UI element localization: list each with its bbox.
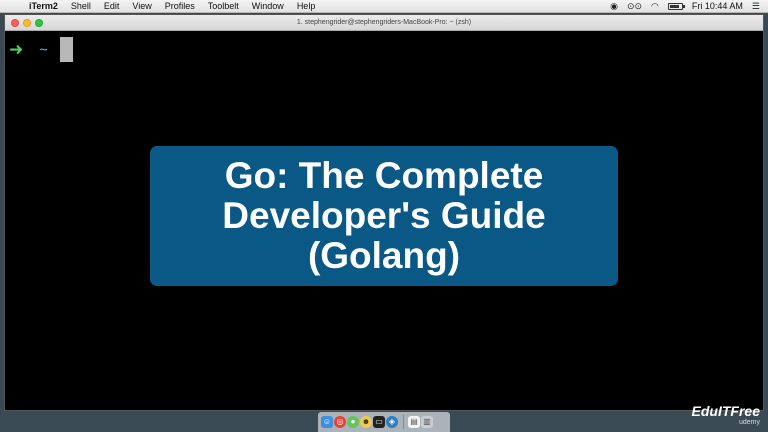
watermark-sub: udemy — [738, 419, 760, 426]
menu-profiles[interactable]: Profiles — [165, 0, 195, 13]
window-controls — [11, 19, 47, 27]
course-title-card: Go: The Complete Developer's Guide (Gola… — [150, 146, 618, 286]
course-title-line-3: (Golang) — [307, 235, 461, 276]
menu-window[interactable]: Window — [252, 0, 284, 13]
menu-shell[interactable]: Shell — [71, 0, 91, 13]
menu-app-name[interactable]: iTerm2 — [29, 0, 58, 13]
close-window-button[interactable] — [11, 19, 19, 27]
window-title: 1. stephengrider@stephengriders-MacBook-… — [296, 19, 472, 26]
menu-help[interactable]: Help — [297, 0, 316, 13]
record-icon[interactable]: ◉ — [610, 0, 618, 13]
messages-icon[interactable]: ● — [347, 416, 359, 428]
watermark: EduITFree udemy — [692, 404, 760, 427]
shell-prompt: ➜ ~ — [9, 37, 73, 62]
battery-icon[interactable] — [667, 2, 685, 10]
terminal-icon[interactable]: ▭ — [373, 416, 385, 428]
menu-toolbelt[interactable]: Toolbelt — [208, 0, 239, 13]
window-titlebar[interactable]: 1. stephengrider@stephengriders-MacBook-… — [5, 15, 763, 31]
menu-bar-status-area: ◉ ⊙⊙ ◠ Fri 10:44 AM ☰ — [601, 0, 768, 13]
prompt-directory: ~ — [39, 41, 48, 58]
text-cursor — [59, 37, 73, 62]
menu-edit[interactable]: Edit — [104, 0, 120, 13]
finder-icon[interactable]: ☺ — [321, 416, 333, 428]
watermark-logo: EduITFree — [691, 403, 760, 419]
document-icon[interactable]: ▤ — [408, 416, 420, 428]
wifi-icon[interactable]: ◠ — [651, 0, 659, 13]
safari-icon[interactable]: ◈ — [386, 416, 398, 428]
minimize-window-button[interactable] — [23, 19, 31, 27]
course-title-line-2: Developer's Guide — [222, 195, 546, 236]
maximize-window-button[interactable] — [35, 19, 43, 27]
chrome-icon[interactable]: ◎ — [334, 416, 346, 428]
menu-view[interactable]: View — [132, 0, 151, 13]
prompt-arrow-icon: ➜ — [9, 39, 24, 60]
glasses-icon[interactable]: ⊙⊙ — [627, 0, 642, 13]
emoji-icon[interactable]: ☻ — [360, 416, 372, 428]
dock: ☺ ◎ ● ☻ ▭ ◈ ▤ ▥ — [318, 412, 450, 432]
trash-icon[interactable]: ▥ — [421, 416, 433, 428]
dock-separator — [403, 415, 404, 429]
list-icon[interactable]: ☰ — [752, 0, 760, 13]
menu-clock[interactable]: Fri 10:44 AM — [692, 0, 743, 13]
course-title-line-1: Go: The Complete — [224, 155, 544, 196]
menu-bar: iTerm2 Shell Edit View Profiles Toolbelt… — [0, 0, 768, 13]
